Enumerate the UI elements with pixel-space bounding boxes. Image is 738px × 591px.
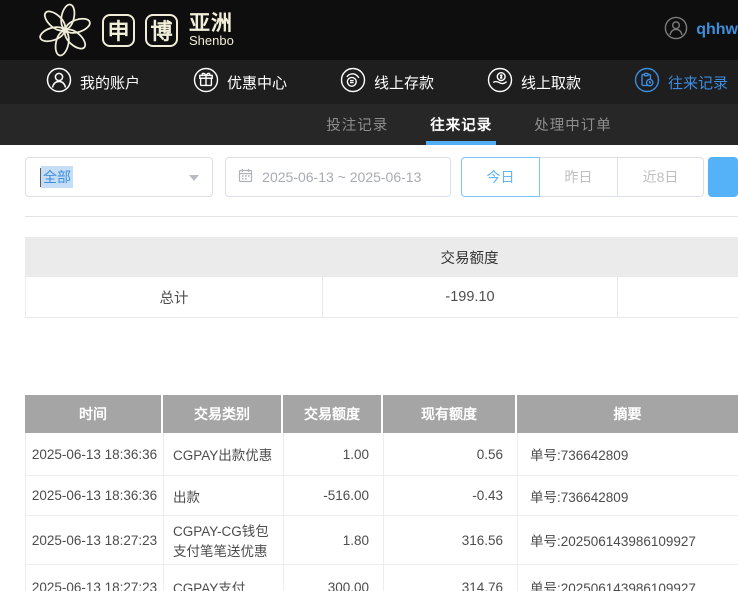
flower-logo-icon [38,3,92,57]
brand-region: 亚洲 [189,13,234,34]
nav-label: 往来记录 [668,72,728,93]
cell-type: CGPAY支付 [164,565,284,591]
cell-memo: 单号:736642809 [518,433,738,475]
cell-amount: 1.00 [284,433,384,475]
col-header-type: 交易类别 [163,395,283,433]
nav-item-promo-center[interactable]: 优惠中心 [193,67,287,97]
table-header-row: 时间 交易类别 交易额度 现有额度 摘要 [25,395,738,433]
summary-header-row: 交易额度 [25,237,738,277]
today-button[interactable]: 今日 [461,157,540,197]
transactions-table: 时间 交易类别 交易额度 现有额度 摘要 2025-06-13 18:36:36… [25,395,738,591]
page: 申 博 亚洲 Shenbo qhhw [0,0,738,591]
calendar-icon [238,168,253,186]
nav-label: 我的账户 [80,72,140,93]
cell-time: 2025-06-13 18:27:23 [26,565,164,591]
tab-label: 处理中订单 [534,114,612,135]
cell-balance: 0.56 [384,433,518,475]
nav-label: 线上取款 [521,72,581,93]
cell-amount: 300.00 [284,565,384,591]
topbar: 申 博 亚洲 Shenbo qhhw [0,0,738,60]
type-select[interactable]: 全部 [25,157,213,197]
yesterday-button[interactable]: 昨日 [539,157,618,197]
table-row: 2025-06-13 18:36:36 CGPAY出款优惠 1.00 0.56 … [25,433,738,476]
col-header-memo: 摘要 [517,395,738,433]
tab-label: 投注记录 [326,114,388,135]
summary-total-row: 总计 -199.10 [25,277,738,318]
nav-label: 线上存款 [374,72,434,93]
col-header-balance: 现有额度 [383,395,517,433]
user-avatar-icon [664,16,688,45]
user-account[interactable]: qhhw [664,16,738,45]
nav-item-online-deposit[interactable]: 线上存款 [340,67,434,97]
cell-time: 2025-06-13 18:27:23 [26,516,164,564]
cell-type: 出款 [164,476,284,515]
table-row: 2025-06-13 18:27:23 CGPAY支付 300.00 314.7… [25,565,738,591]
filter-bar: 全部 2025-06-13 ~ 2025-06-13 今日 昨日 近8日 [25,157,738,197]
cell-time: 2025-06-13 18:36:36 [26,433,164,475]
summary-header-amount: 交易额度 [322,237,617,277]
records-clipboard-clock-icon [634,67,660,97]
cell-memo: 单号:202506143986109927 [518,565,738,591]
summary-table: 交易额度 总计 -199.10 [25,237,738,318]
section-divider [25,216,738,217]
table-row: 2025-06-13 18:36:36 出款 -516.00 -0.43 单号:… [25,476,738,516]
cell-amount: 1.80 [284,516,384,564]
brand-latin: Shenbo [189,34,234,47]
user-icon [46,67,72,97]
tab-label: 往来记录 [430,114,492,135]
brand-char-1: 申 [102,14,135,47]
nav-label: 优惠中心 [227,72,287,93]
cell-type: CGPAY出款优惠 [164,433,284,475]
tab-betting-records[interactable]: 投注记录 [326,104,388,145]
deposit-hand-coin-icon [340,67,366,97]
cell-memo: 单号:202506143986109927 [518,516,738,564]
summary-total-value: -199.10 [323,277,618,317]
summary-header-empty [617,237,738,277]
nav-item-my-account[interactable]: 我的账户 [46,67,140,97]
chevron-down-icon [189,175,199,181]
summary-header-empty [25,237,322,277]
username[interactable]: qhhw [696,21,738,39]
brand-logo[interactable]: 申 博 亚洲 Shenbo [38,3,234,57]
search-button[interactable] [708,157,738,197]
gift-icon [193,67,219,97]
cell-balance: 316.56 [384,516,518,564]
quick-date-buttons: 今日 昨日 近8日 [461,157,704,197]
type-select-value: 全部 [41,166,73,188]
last-8-days-button[interactable]: 近8日 [617,157,704,197]
date-range-value: 2025-06-13 ~ 2025-06-13 [262,169,421,185]
cell-balance: 314.76 [384,565,518,591]
cell-type: CGPAY-CG钱包支付笔笔送优惠 [164,516,284,564]
cell-memo: 单号:736642809 [518,476,738,515]
date-range-input[interactable]: 2025-06-13 ~ 2025-06-13 [225,157,451,197]
tab-processing-orders[interactable]: 处理中订单 [534,104,612,145]
withdraw-hand-coin-icon [487,67,513,97]
col-header-amount: 交易额度 [283,395,383,433]
nav-item-transaction-records[interactable]: 往来记录 [634,67,728,97]
brand-char-2: 博 [145,14,178,47]
summary-total-label: 总计 [26,277,323,317]
col-header-time: 时间 [25,395,163,433]
brand-wordmark: 亚洲 Shenbo [189,13,234,48]
records-subnav: 投注记录 往来记录 处理中订单 [0,104,738,145]
table-row: 2025-06-13 18:27:23 CGPAY-CG钱包支付笔笔送优惠 1.… [25,516,738,565]
cell-time: 2025-06-13 18:36:36 [26,476,164,515]
cell-amount: -516.00 [284,476,384,515]
cell-balance: -0.43 [384,476,518,515]
nav-item-online-withdrawal[interactable]: 线上取款 [487,67,581,97]
main-nav: 我的账户 优惠中心 [0,60,738,104]
tab-transaction-records[interactable]: 往来记录 [430,104,492,145]
summary-empty-cell [618,277,738,317]
